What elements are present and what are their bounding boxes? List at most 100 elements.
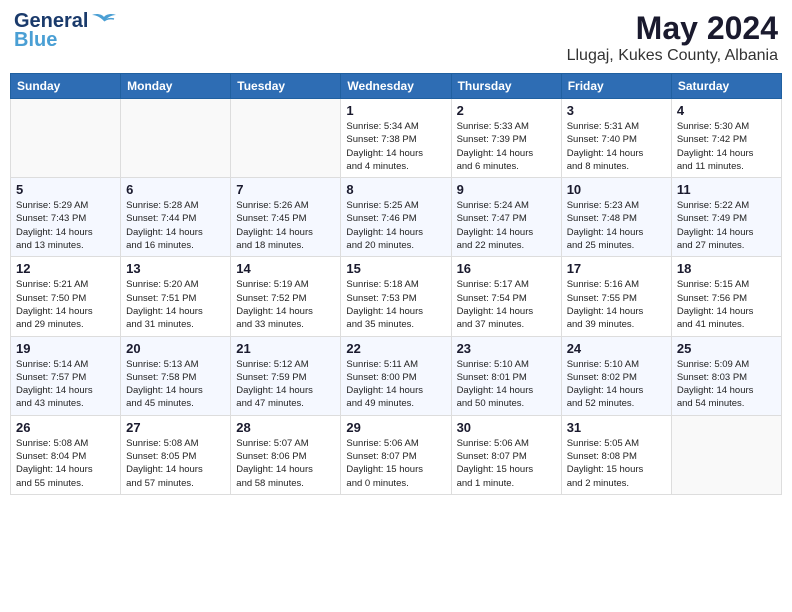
day-10: 10 Sunrise: 5:23 AM Sunset: 7:48 PM Dayli… — [561, 178, 671, 257]
day-info-17: Sunrise: 5:16 AM Sunset: 7:55 PM Dayligh… — [567, 278, 666, 331]
day-8: 8 Sunrise: 5:25 AM Sunset: 7:46 PM Daylig… — [341, 178, 451, 257]
day-29: 29Sunrise: 5:06 AM Sunset: 8:07 PM Dayli… — [341, 415, 451, 494]
day-number-23: 23 — [457, 341, 556, 356]
day-info-10: Sunrise: 5:23 AM Sunset: 7:48 PM Dayligh… — [567, 199, 666, 252]
day-number-6: 6 — [126, 182, 225, 197]
day-20: 20 Sunrise: 5:13 AM Sunset: 7:58 PM Dayli… — [121, 336, 231, 415]
weekday-tuesday: Tuesday — [231, 74, 341, 99]
day-info-8: Sunrise: 5:25 AM Sunset: 7:46 PM Dayligh… — [346, 199, 445, 252]
day-number-29: 29 — [346, 420, 445, 435]
day-info-1: Sunrise: 5:34 AM Sunset: 7:38 PM Dayligh… — [346, 120, 445, 173]
day-7: 7 Sunrise: 5:26 AM Sunset: 7:45 PM Daylig… — [231, 178, 341, 257]
day-info-23: Sunrise: 5:10 AM Sunset: 8:01 PM Dayligh… — [457, 358, 556, 411]
day-30: 30 Sunrise: 5:06 AM Sunset: 8:07 PM Dayli… — [451, 415, 561, 494]
day-31: 31Sunrise: 5:05 AM Sunset: 8:08 PM Dayli… — [561, 415, 671, 494]
day-info-9: Sunrise: 5:24 AM Sunset: 7:47 PM Dayligh… — [457, 199, 556, 252]
day-number-17: 17 — [567, 261, 666, 276]
day-number-12: 12 — [16, 261, 115, 276]
day-number-1: 1 — [346, 103, 445, 118]
day-14: 14 Sunrise: 5:19 AM Sunset: 7:52 PM Dayli… — [231, 257, 341, 336]
day-info-31: Sunrise: 5:05 AM Sunset: 8:08 PM Dayligh… — [567, 437, 666, 490]
day-number-19: 19 — [16, 341, 115, 356]
calendar-week-5: 26 Sunrise: 5:08 AM Sunset: 8:04 PM Dayli… — [11, 415, 782, 494]
weekday-thursday: Thursday — [451, 74, 561, 99]
day-18: 18 Sunrise: 5:15 AM Sunset: 7:56 PM Dayli… — [671, 257, 781, 336]
day-11: 11Sunrise: 5:22 AM Sunset: 7:49 PM Dayli… — [671, 178, 781, 257]
day-number-10: 10 — [567, 182, 666, 197]
weekday-saturday: Saturday — [671, 74, 781, 99]
day-number-26: 26 — [16, 420, 115, 435]
day-number-18: 18 — [677, 261, 776, 276]
day-number-2: 2 — [457, 103, 556, 118]
day-info-6: Sunrise: 5:28 AM Sunset: 7:44 PM Dayligh… — [126, 199, 225, 252]
day-27: 27Sunrise: 5:08 AM Sunset: 8:05 PM Dayli… — [121, 415, 231, 494]
day-15: 15Sunrise: 5:18 AM Sunset: 7:53 PM Dayli… — [341, 257, 451, 336]
day-info-28: Sunrise: 5:07 AM Sunset: 8:06 PM Dayligh… — [236, 437, 335, 490]
day-22: 22Sunrise: 5:11 AM Sunset: 8:00 PM Dayli… — [341, 336, 451, 415]
day-number-25: 25 — [677, 341, 776, 356]
weekday-monday: Monday — [121, 74, 231, 99]
day-info-26: Sunrise: 5:08 AM Sunset: 8:04 PM Dayligh… — [16, 437, 115, 490]
day-info-12: Sunrise: 5:21 AM Sunset: 7:50 PM Dayligh… — [16, 278, 115, 331]
day-23: 23 Sunrise: 5:10 AM Sunset: 8:01 PM Dayli… — [451, 336, 561, 415]
calendar-week-3: 12 Sunrise: 5:21 AM Sunset: 7:50 PM Dayli… — [11, 257, 782, 336]
calendar-page: General Blue May 2024 Llugaj, Kukes Coun… — [0, 0, 792, 612]
day-26: 26 Sunrise: 5:08 AM Sunset: 8:04 PM Dayli… — [11, 415, 121, 494]
day-24: 24 Sunrise: 5:10 AM Sunset: 8:02 PM Dayli… — [561, 336, 671, 415]
location-title: Llugaj, Kukes County, Albania — [567, 47, 778, 65]
weekday-friday: Friday — [561, 74, 671, 99]
day-number-8: 8 — [346, 182, 445, 197]
day-number-22: 22 — [346, 341, 445, 356]
day-number-5: 5 — [16, 182, 115, 197]
calendar-table: SundayMondayTuesdayWednesdayThursdayFrid… — [10, 73, 782, 495]
day-number-24: 24 — [567, 341, 666, 356]
empty-cell — [231, 99, 341, 178]
calendar-header-row: SundayMondayTuesdayWednesdayThursdayFrid… — [11, 74, 782, 99]
day-number-13: 13 — [126, 261, 225, 276]
empty-cell — [11, 99, 121, 178]
day-info-18: Sunrise: 5:15 AM Sunset: 7:56 PM Dayligh… — [677, 278, 776, 331]
day-number-14: 14 — [236, 261, 335, 276]
day-1: 1 Sunrise: 5:34 AM Sunset: 7:38 PM Daylig… — [341, 99, 451, 178]
empty-cell — [121, 99, 231, 178]
day-21: 21Sunrise: 5:12 AM Sunset: 7:59 PM Dayli… — [231, 336, 341, 415]
day-28: 28Sunrise: 5:07 AM Sunset: 8:06 PM Dayli… — [231, 415, 341, 494]
month-title: May 2024 — [567, 10, 778, 47]
calendar-week-1: 1 Sunrise: 5:34 AM Sunset: 7:38 PM Daylig… — [11, 99, 782, 178]
day-19: 19 Sunrise: 5:14 AM Sunset: 7:57 PM Dayli… — [11, 336, 121, 415]
day-6: 6 Sunrise: 5:28 AM Sunset: 7:44 PM Daylig… — [121, 178, 231, 257]
day-info-21: Sunrise: 5:12 AM Sunset: 7:59 PM Dayligh… — [236, 358, 335, 411]
header: General Blue May 2024 Llugaj, Kukes Coun… — [10, 10, 782, 65]
day-info-24: Sunrise: 5:10 AM Sunset: 8:02 PM Dayligh… — [567, 358, 666, 411]
title-section: May 2024 Llugaj, Kukes County, Albania — [567, 10, 778, 65]
day-12: 12 Sunrise: 5:21 AM Sunset: 7:50 PM Dayli… — [11, 257, 121, 336]
day-info-20: Sunrise: 5:13 AM Sunset: 7:58 PM Dayligh… — [126, 358, 225, 411]
day-number-3: 3 — [567, 103, 666, 118]
day-info-19: Sunrise: 5:14 AM Sunset: 7:57 PM Dayligh… — [16, 358, 115, 411]
day-info-7: Sunrise: 5:26 AM Sunset: 7:45 PM Dayligh… — [236, 199, 335, 252]
day-info-4: Sunrise: 5:30 AM Sunset: 7:42 PM Dayligh… — [677, 120, 776, 173]
day-number-27: 27 — [126, 420, 225, 435]
day-9: 9 Sunrise: 5:24 AM Sunset: 7:47 PM Daylig… — [451, 178, 561, 257]
day-info-2: Sunrise: 5:33 AM Sunset: 7:39 PM Dayligh… — [457, 120, 556, 173]
day-info-30: Sunrise: 5:06 AM Sunset: 8:07 PM Dayligh… — [457, 437, 556, 490]
day-number-7: 7 — [236, 182, 335, 197]
day-info-15: Sunrise: 5:18 AM Sunset: 7:53 PM Dayligh… — [346, 278, 445, 331]
day-5: 5 Sunrise: 5:29 AM Sunset: 7:43 PM Daylig… — [11, 178, 121, 257]
empty-cell — [671, 415, 781, 494]
day-info-13: Sunrise: 5:20 AM Sunset: 7:51 PM Dayligh… — [126, 278, 225, 331]
logo: General Blue — [14, 10, 118, 52]
day-13: 13 Sunrise: 5:20 AM Sunset: 7:51 PM Dayli… — [121, 257, 231, 336]
day-info-14: Sunrise: 5:19 AM Sunset: 7:52 PM Dayligh… — [236, 278, 335, 331]
day-info-16: Sunrise: 5:17 AM Sunset: 7:54 PM Dayligh… — [457, 278, 556, 331]
day-info-11: Sunrise: 5:22 AM Sunset: 7:49 PM Dayligh… — [677, 199, 776, 252]
day-info-5: Sunrise: 5:29 AM Sunset: 7:43 PM Dayligh… — [16, 199, 115, 252]
day-number-20: 20 — [126, 341, 225, 356]
day-17: 17 Sunrise: 5:16 AM Sunset: 7:55 PM Dayli… — [561, 257, 671, 336]
day-info-3: Sunrise: 5:31 AM Sunset: 7:40 PM Dayligh… — [567, 120, 666, 173]
day-number-30: 30 — [457, 420, 556, 435]
day-number-9: 9 — [457, 182, 556, 197]
calendar-week-2: 5 Sunrise: 5:29 AM Sunset: 7:43 PM Daylig… — [11, 178, 782, 257]
logo-bird-icon — [90, 13, 118, 31]
day-2: 2 Sunrise: 5:33 AM Sunset: 7:39 PM Daylig… — [451, 99, 561, 178]
